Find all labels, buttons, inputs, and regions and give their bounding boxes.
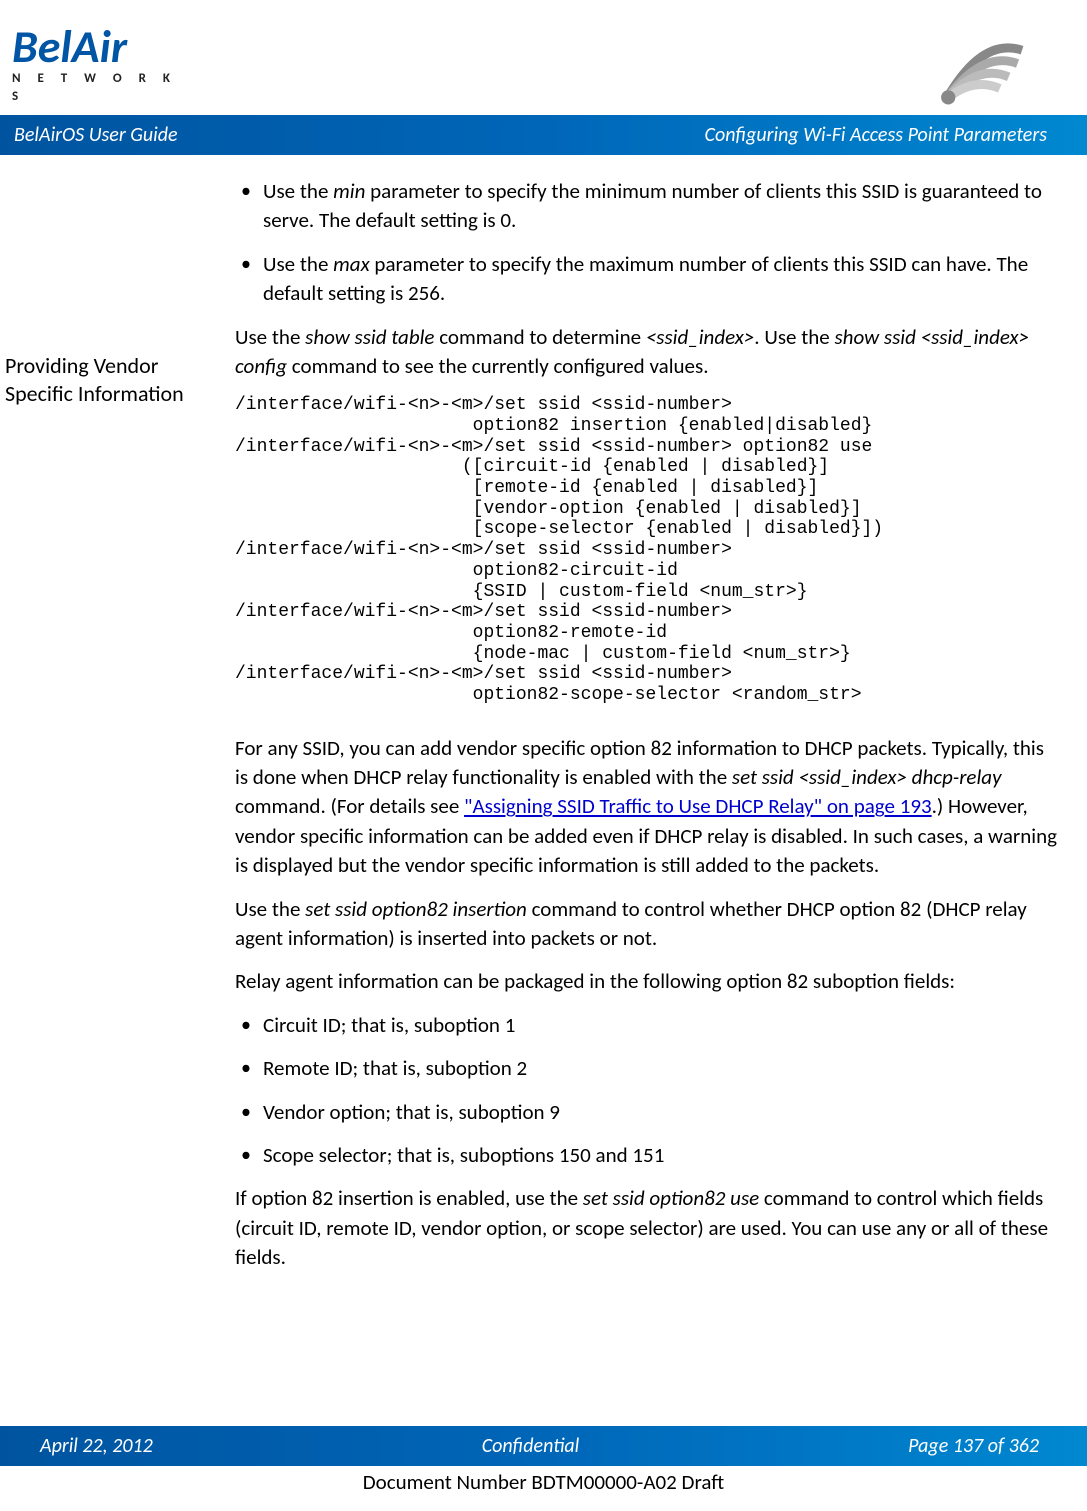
logo-brand-top: BelAir bbox=[12, 29, 197, 66]
insertion-paragraph: Use the set ssid option82 insertion comm… bbox=[235, 895, 1057, 954]
content-area: Providing Vendor Specific Information Us… bbox=[0, 177, 1087, 1287]
header-logos: BelAir N E T W O R K S bbox=[0, 0, 1087, 115]
section-title: Providing Vendor Specific Information bbox=[5, 352, 221, 407]
list-item: Use the min parameter to specify the min… bbox=[235, 177, 1057, 236]
chapter-title: Configuring Wi-Fi Access Point Parameter… bbox=[705, 121, 1047, 149]
param-bullet-list: Use the min parameter to specify the min… bbox=[235, 177, 1057, 309]
text: Use the bbox=[235, 896, 305, 922]
list-item: Remote ID; that is, suboption 2 bbox=[235, 1054, 1057, 1083]
param-name: max bbox=[333, 251, 370, 277]
vendor-paragraph: For any SSID, you can add vendor specifi… bbox=[235, 734, 1057, 881]
text: . Use the bbox=[754, 324, 834, 350]
command: set ssid option82 insertion bbox=[305, 896, 527, 922]
footer-bar: April 22, 2012 Confidential Page 137 of … bbox=[0, 1426, 1087, 1466]
side-column: Providing Vendor Specific Information bbox=[5, 177, 235, 1287]
text: command. (For details see bbox=[235, 793, 464, 819]
list-item: Vendor option; that is, suboption 9 bbox=[235, 1098, 1057, 1127]
show-ssid-paragraph: Use the show ssid table command to deter… bbox=[235, 323, 1057, 382]
main-column: Use the min parameter to specify the min… bbox=[235, 177, 1057, 1287]
command: set ssid option82 use bbox=[583, 1185, 759, 1211]
cli-code-block: /interface/wifi-<n>-<m>/set ssid <ssid-n… bbox=[235, 395, 1057, 705]
text: command to determine bbox=[434, 324, 645, 350]
footer-date: April 22, 2012 bbox=[40, 1432, 153, 1460]
document-number: Document Number BDTM00000-A02 Draft bbox=[0, 1468, 1087, 1497]
logo-brand-bottom: N E T W O R K S bbox=[12, 70, 197, 106]
text: Use the bbox=[235, 324, 305, 350]
cross-reference-link[interactable]: "Assigning SSID Traffic to Use DHCP Rela… bbox=[464, 793, 932, 819]
belair-logo: BelAir N E T W O R K S bbox=[12, 29, 197, 106]
text: Use the bbox=[263, 251, 333, 277]
list-item: Use the max parameter to specify the max… bbox=[235, 250, 1057, 309]
text: Use the bbox=[263, 178, 333, 204]
command: show ssid table bbox=[305, 324, 434, 350]
argument: <ssid_index> bbox=[646, 324, 754, 350]
text: If option 82 insertion is enabled, use t… bbox=[235, 1185, 583, 1211]
footer-page: Page 137 of 362 bbox=[908, 1432, 1039, 1460]
text: parameter to specify the maximum number … bbox=[263, 251, 1028, 306]
use-paragraph: If option 82 insertion is enabled, use t… bbox=[235, 1184, 1057, 1272]
param-name: min bbox=[333, 178, 365, 204]
text: parameter to specify the minimum number … bbox=[263, 178, 1042, 233]
wifi-arc-icon bbox=[937, 28, 1027, 108]
suboption-list: Circuit ID; that is, suboption 1 Remote … bbox=[235, 1011, 1057, 1171]
title-bar: BelAirOS User Guide Configuring Wi-Fi Ac… bbox=[0, 115, 1087, 155]
command: set ssid <ssid_index> dhcp-relay bbox=[732, 764, 1002, 790]
suboptions-intro: Relay agent information can be packaged … bbox=[235, 967, 1057, 996]
guide-title: BelAirOS User Guide bbox=[14, 121, 178, 149]
list-item: Scope selector; that is, suboptions 150 … bbox=[235, 1141, 1057, 1170]
list-item: Circuit ID; that is, suboption 1 bbox=[235, 1011, 1057, 1040]
text: command to see the currently configured … bbox=[287, 353, 708, 379]
footer-confidential: Confidential bbox=[482, 1432, 580, 1460]
